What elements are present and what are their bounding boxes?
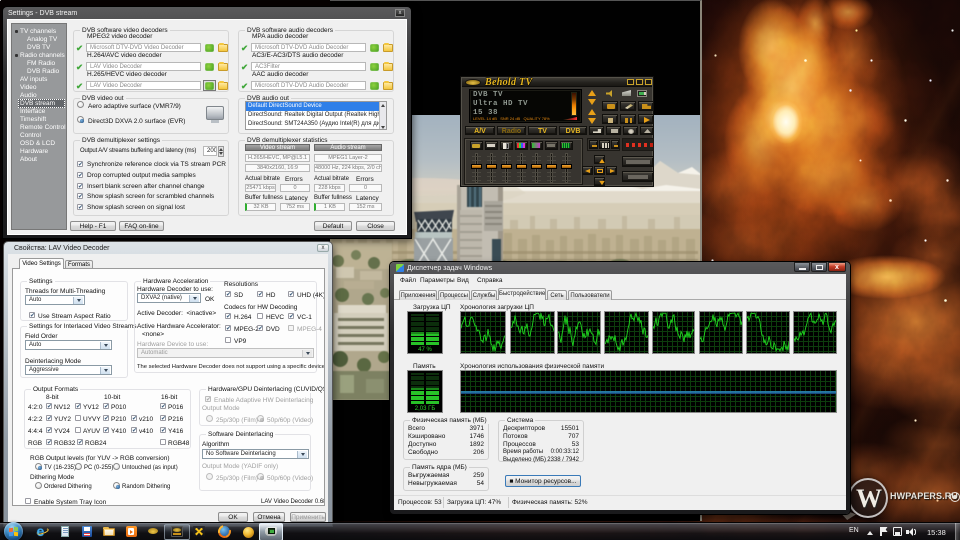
svg-text:2,03 ГБ: 2,03 ГБ	[415, 406, 436, 412]
svg-text:47 %: 47 %	[418, 347, 432, 353]
